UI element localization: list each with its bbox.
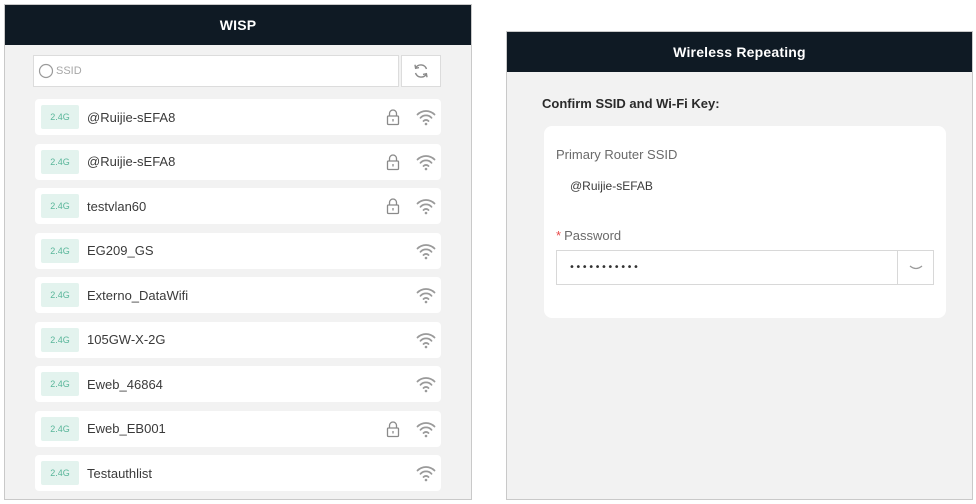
ssid-name: testvlan60: [87, 198, 147, 214]
primary-ssid-value: @Ruijie-sEFAB: [570, 179, 653, 193]
confirm-card: Primary Router SSID @Ruijie-sEFAB * Passw…: [544, 126, 946, 318]
band-badge: 2.4G: [41, 372, 79, 396]
ssid-list-item[interactable]: 2.4G Eweb_46864: [35, 366, 441, 402]
password-field: [556, 250, 934, 285]
band-badge: 2.4G: [41, 283, 79, 307]
band-badge: 2.4G: [41, 327, 79, 352]
ssid-list-item[interactable]: 2.4G Eweb_EB001: [35, 410, 441, 447]
ssid-search-input[interactable]: [54, 57, 398, 85]
password-input[interactable]: [557, 251, 897, 284]
wisp-header: WISP: [5, 5, 471, 45]
band-badge: 2.4G: [41, 461, 79, 485]
search-icon: [38, 63, 54, 79]
ssid-name: Eweb_EB001: [87, 421, 166, 436]
eye-closed-icon: [909, 264, 922, 269]
wisp-title: WISP: [219, 17, 257, 33]
ssid-name: @Ruijie-sEFA8: [87, 109, 176, 125]
ssid-list-item[interactable]: 2.4G EG209_GS: [35, 232, 441, 269]
band-badge: 2.4G: [41, 238, 79, 263]
ssid-list-item[interactable]: 2.4G Testauthlist: [35, 455, 441, 491]
ssid-name: Eweb_46864: [87, 376, 163, 392]
password-label: Password: [564, 228, 622, 243]
ssid-name: Testauthlist: [87, 465, 153, 481]
refresh-button[interactable]: [401, 55, 441, 87]
wireless-repeating-panel: Wireless Repeating Confirm SSID and Wi-F…: [506, 31, 973, 500]
ssid-name: EG209_GS: [87, 243, 154, 258]
ssid-list-item[interactable]: 2.4G Externo_DataWifi: [35, 277, 441, 313]
ssid-name: Externo_DataWifi: [87, 287, 189, 303]
band-badge: 2.4G: [41, 194, 79, 218]
band-badge: 2.4G: [41, 149, 79, 174]
ssid-name: 105GW-X-2G: [87, 332, 166, 347]
password-label-row: * Password: [556, 228, 621, 243]
ssid-list-item[interactable]: 2.4G testvlan60: [35, 188, 441, 224]
primary-ssid-label: Primary Router SSID: [556, 147, 678, 162]
repeating-header: Wireless Repeating: [507, 32, 972, 72]
ssid-list-item[interactable]: 2.4G @Ruijie-sEFA8: [35, 99, 441, 135]
search-row: [33, 55, 441, 87]
band-badge: 2.4G: [41, 105, 79, 129]
refresh-icon: [414, 64, 428, 78]
required-mark: *: [556, 228, 562, 243]
ssid-name: @Ruijie-sEFA8: [87, 154, 176, 169]
ssid-list-item[interactable]: 2.4G 105GW-X-2G: [35, 321, 441, 358]
ssid-list-item[interactable]: 2.4G @Ruijie-sEFA8: [35, 143, 441, 180]
password-visibility-toggle[interactable]: [897, 251, 933, 284]
confirm-title: Confirm SSID and Wi-Fi Key:: [542, 96, 720, 111]
ssid-search-box[interactable]: [33, 55, 399, 87]
repeating-title: Wireless Repeating: [673, 44, 806, 60]
band-badge: 2.4G: [41, 416, 79, 441]
wisp-panel: WISP 2.4G@Ruijie-sEFA82.4G@Ruijie-sEFA82…: [4, 4, 472, 500]
ssid-list: 2.4G @Ruijie-sEFA8 2.4G @Ruijie-sEFA8 2.4G te…: [35, 99, 441, 491]
